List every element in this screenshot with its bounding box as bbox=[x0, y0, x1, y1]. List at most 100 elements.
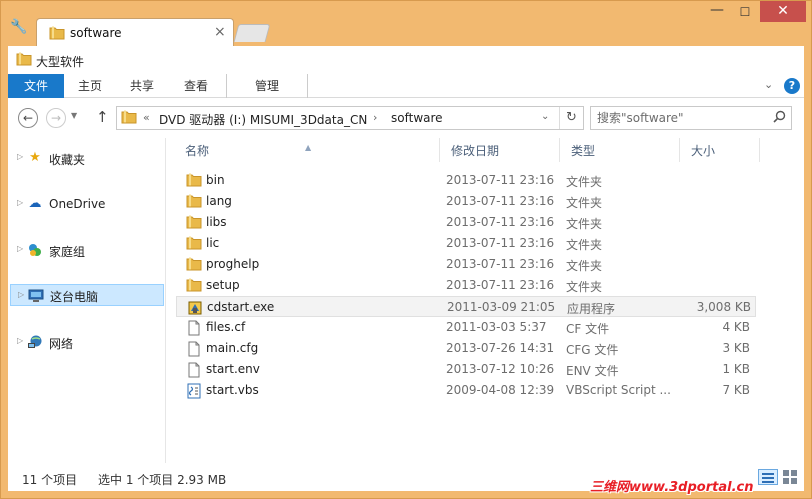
large-icons-view-icon[interactable] bbox=[782, 469, 798, 485]
sidebar-item-this-pc[interactable]: ▷ 这台电脑 bbox=[10, 284, 164, 306]
search-box[interactable] bbox=[590, 106, 792, 130]
file-type: 文件夹 bbox=[566, 175, 603, 189]
file-row[interactable]: lang 2013-07-11 23:16 文件夹 bbox=[176, 191, 756, 212]
folder-icon bbox=[49, 26, 65, 40]
sidebar-item-favorites[interactable]: ▷ ★ 收藏夹 bbox=[8, 147, 166, 169]
file-list: 名称 ▲ 修改日期 类型 大小 bin 2013-07-11 23:16 文件夹 la… bbox=[174, 138, 804, 463]
sidebar-item-label: 网络 bbox=[49, 337, 74, 351]
file-name: lic bbox=[206, 236, 220, 250]
file-row[interactable]: cdstart.exe 2011-03-09 21:05 应用程序 3,008 KB bbox=[176, 296, 756, 317]
file-name: proghelp bbox=[206, 257, 260, 271]
file-type: 文件夹 bbox=[566, 196, 603, 210]
ribbon-tab-share[interactable]: 共享 bbox=[116, 74, 168, 98]
expand-icon[interactable]: ▷ bbox=[17, 198, 23, 207]
star-icon: ★ bbox=[29, 150, 41, 165]
window-path-title: 大型软件 bbox=[36, 55, 85, 69]
folder-icon bbox=[186, 278, 202, 294]
sidebar-item-label: 收藏夹 bbox=[49, 153, 86, 167]
breadcrumb-software[interactable]: software bbox=[391, 111, 443, 125]
chevron-down-icon[interactable]: ⌄ bbox=[764, 78, 773, 91]
file-date: 2013-07-11 23:16 bbox=[446, 194, 555, 208]
ribbon-tab-manage[interactable]: 管理 bbox=[226, 74, 308, 98]
file-row[interactable]: lic 2013-07-11 23:16 文件夹 bbox=[176, 233, 756, 254]
folder-icon bbox=[186, 257, 202, 273]
network-icon bbox=[27, 334, 43, 350]
search-input[interactable] bbox=[597, 110, 767, 126]
file-name: setup bbox=[206, 278, 240, 292]
file-type: CFG 文件 bbox=[566, 343, 619, 357]
file-type: 文件夹 bbox=[566, 280, 603, 294]
file-name: cdstart.exe bbox=[207, 300, 275, 314]
ribbon-tab-file[interactable]: 文件 bbox=[8, 74, 64, 98]
file-icon bbox=[186, 362, 202, 378]
file-name: main.cfg bbox=[206, 341, 259, 355]
watermark-text: 三维网www.3dportal.cn bbox=[590, 480, 754, 495]
details-view-icon[interactable] bbox=[758, 469, 778, 485]
file-row[interactable]: proghelp 2013-07-11 23:16 文件夹 bbox=[176, 254, 756, 275]
forward-button[interactable]: → bbox=[46, 108, 66, 128]
file-icon bbox=[186, 320, 202, 336]
file-name: bin bbox=[206, 173, 225, 187]
folder-icon bbox=[186, 215, 202, 231]
close-window-button[interactable]: ✕ bbox=[760, 1, 806, 22]
column-header-name[interactable]: 名称 ▲ bbox=[174, 138, 440, 162]
folder-icon bbox=[186, 194, 202, 210]
file-date: 2013-07-11 23:16 bbox=[446, 278, 555, 292]
breadcrumb-separator[interactable]: › bbox=[373, 111, 377, 124]
new-tab-button[interactable] bbox=[233, 24, 271, 42]
folder-icon bbox=[186, 236, 202, 252]
file-row[interactable]: setup 2013-07-11 23:16 文件夹 bbox=[176, 275, 756, 296]
maximize-button[interactable]: ☐ bbox=[732, 2, 758, 22]
file-type: 文件夹 bbox=[566, 259, 603, 273]
file-type: VBScript Script ... bbox=[566, 383, 671, 397]
tab-software[interactable]: software × bbox=[36, 18, 234, 46]
sidebar-item-label: 家庭组 bbox=[49, 245, 86, 259]
expand-icon[interactable]: ▷ bbox=[17, 244, 23, 253]
breadcrumb-overflow[interactable]: « bbox=[143, 111, 150, 124]
sidebar-item-network[interactable]: ▷ 网络 bbox=[8, 331, 166, 353]
file-row[interactable]: start.vbs 2009-04-08 12:39 VBScript Script… bbox=[176, 380, 756, 401]
expand-icon[interactable]: ▷ bbox=[18, 290, 24, 299]
file-row[interactable]: bin 2013-07-11 23:16 文件夹 bbox=[176, 170, 756, 191]
file-date: 2011-03-03 5:37 bbox=[446, 320, 547, 334]
sidebar-item-onedrive[interactable]: ▷ ☁ OneDrive bbox=[8, 193, 166, 215]
expand-icon[interactable]: ▷ bbox=[17, 152, 23, 161]
file-row[interactable]: main.cfg 2013-07-26 14:31 CFG 文件 3 KB bbox=[176, 338, 756, 359]
recent-locations-icon[interactable]: ▼ bbox=[71, 111, 77, 120]
sidebar-item-label: 这台电脑 bbox=[50, 290, 99, 304]
close-tab-icon[interactable]: × bbox=[214, 24, 226, 40]
folder-icon bbox=[186, 173, 202, 189]
column-header-label: 名称 bbox=[185, 144, 210, 158]
search-icon[interactable] bbox=[773, 110, 786, 126]
help-icon[interactable]: ? bbox=[784, 78, 800, 94]
file-row[interactable]: libs 2013-07-11 23:16 文件夹 bbox=[176, 212, 756, 233]
refresh-icon[interactable]: ↻ bbox=[559, 107, 583, 129]
file-name: files.cf bbox=[206, 320, 246, 334]
folder-icon bbox=[16, 52, 32, 66]
file-size: 4 KB bbox=[722, 320, 750, 334]
wrench-icon[interactable]: 🔧 bbox=[10, 18, 28, 36]
file-name: start.env bbox=[206, 362, 260, 376]
sidebar-item-homegroup[interactable]: ▷ 家庭组 bbox=[8, 239, 166, 261]
file-type: CF 文件 bbox=[566, 322, 610, 336]
column-header-size[interactable]: 大小 bbox=[680, 138, 760, 162]
exe-icon bbox=[187, 300, 203, 316]
file-type: ENV 文件 bbox=[566, 364, 619, 378]
back-button[interactable]: ← bbox=[18, 108, 38, 128]
address-bar[interactable]: « DVD 驱动器 (I:) MISUMI_3Ddata_CN › softwa… bbox=[116, 106, 584, 130]
up-button[interactable]: ↑ bbox=[96, 108, 109, 126]
minimize-button[interactable]: — bbox=[704, 2, 730, 22]
column-header-date[interactable]: 修改日期 bbox=[440, 138, 560, 162]
chevron-down-icon[interactable]: ⌄ bbox=[541, 111, 549, 122]
expand-icon[interactable]: ▷ bbox=[17, 336, 23, 345]
file-date: 2013-07-11 23:16 bbox=[446, 173, 555, 187]
ribbon-tab-home[interactable]: 主页 bbox=[64, 74, 116, 98]
file-date: 2013-07-11 23:16 bbox=[446, 215, 555, 229]
file-row[interactable]: start.env 2013-07-12 10:26 ENV 文件 1 KB bbox=[176, 359, 756, 380]
ribbon-tab-view[interactable]: 查看 bbox=[168, 74, 224, 98]
column-header-type[interactable]: 类型 bbox=[560, 138, 680, 162]
file-row[interactable]: files.cf 2011-03-03 5:37 CF 文件 4 KB bbox=[176, 317, 756, 338]
breadcrumb-dvd-drive[interactable]: DVD 驱动器 (I:) MISUMI_3Ddata_CN bbox=[159, 111, 367, 128]
selection-info: 选中 1 个项目 2.93 MB bbox=[98, 473, 227, 487]
file-size: 1 KB bbox=[722, 362, 750, 376]
